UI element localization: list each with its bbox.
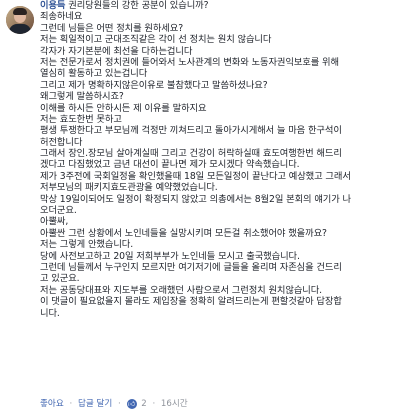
comment-line: 니다. [40, 307, 60, 319]
comment-line: 저는 공동당대표와 지도부를 오래했던 사람으로서 그런정치 원치않습니다. [40, 284, 323, 296]
comment-line: 고 있군요. [40, 273, 80, 285]
reply-link[interactable]: 답글 달기 [78, 399, 112, 409]
comment-line: 허전합니다 [40, 136, 83, 148]
comment-line: 저는 획일적이고 군대조직같은 각이 선 정치는 원치 않습니다 [40, 34, 272, 46]
reaction-count: 2 [141, 399, 147, 409]
comment-line: 이용득 권리당원들의 강한 공분이 있습니까? [40, 0, 416, 11]
comment-line: 평생 투쟁한다고 부모님께 걱정만 끼쳐드리고 돌아가시게해서 늘 마음 한구석… [40, 125, 342, 137]
comment-actions: 좋아요 · 답글 달기 · 👍︎ 2 · 16시간 [40, 398, 188, 409]
comment-line: 제가 3주전에 국회일정을 확인했을때 18일 모든일정이 끝난다고 예상했고 … [40, 170, 351, 182]
comment-line: 아뿔싸, [40, 216, 69, 228]
comment-line: 막상 19일이되어도 일정이 확정되지 않았고 의총에서는 8월2일 본회의 얘… [40, 193, 352, 205]
comment-line: 아뿔싼 그런 상황에서 노인네들을 실망시키며 모든걸 취소했어야 했을까요? [40, 227, 327, 239]
comment-line: 오더군요. [40, 205, 77, 217]
comment-line: 이해를 하시든 안하시든 제 이유를 말하지요 [40, 102, 207, 114]
comment-line: 그래서 장인.장모님 살아계실때 그리고 건강이 허락하실때 효도여행한번 해드… [40, 148, 342, 160]
thumbs-up-icon: 👍︎ [126, 398, 137, 409]
comment-body: 이용득 권리당원들의 강한 공분이 있습니까? 죄송하네요 그런데 님들은 어떤 … [40, 0, 416, 319]
comment-line: 그런데 님들은 어떤 정치를 원하세요? [40, 22, 184, 34]
comment-container: 이용득 권리당원들의 강한 공분이 있습니까? 죄송하네요 그런데 님들은 어떤 … [0, 0, 420, 415]
comment-line: 당에 사전보고하고 20일 저희부부가 노인네들 모시고 출국했습니다. [40, 250, 300, 262]
reaction-summary[interactable]: 👍︎ 2 [126, 398, 150, 409]
comment-line: 저부모님의 패키지효도관광을 예약했었습니다. [40, 182, 218, 194]
comment-line: 그리고 제가 명확하지않은이유로 불참했다고 말씀하셨나요? [40, 79, 268, 91]
comment-text: 권리당원들의 강한 공분이 있습니까? [68, 0, 209, 11]
comment-line: 저는 전문가로서 정치권에 들어와서 노사관계의 변화와 노동자권익보호를 위해 [40, 56, 339, 68]
comment-line: 겠다고 다짐했었고 금년 대선이 끝나면 제가 모시겠다 약속했습니다. [40, 159, 300, 171]
comment-line: 열심히 활동하고 있는겁니다 [40, 68, 148, 80]
comment-line: 죄송하네요 [40, 11, 83, 23]
comment-line: 각자가 자기본분에 최선을 다하는겁니다 [40, 45, 193, 57]
comment-timestamp[interactable]: 16시간 [161, 399, 188, 409]
comment-line: 왜그렇게 말씀하시죠? [40, 91, 124, 103]
comment-line: 이 댓글이 필요없을지 몰라도 제입장을 정확히 알려드리는게 편할것같아 답장… [40, 296, 342, 308]
comment-line: 저는 그렇게 안했습니다. [40, 239, 134, 251]
comment-line: 그런데 님들께서 누구인지 모르지만 여기저기에 글들을 올리며 자존심을 건드… [40, 261, 342, 273]
avatar[interactable] [6, 6, 34, 34]
comment-line: 저는 효도한번 못하고 [40, 113, 122, 125]
comment-author[interactable]: 이용득 [40, 0, 65, 11]
like-link[interactable]: 좋아요 [40, 399, 64, 409]
